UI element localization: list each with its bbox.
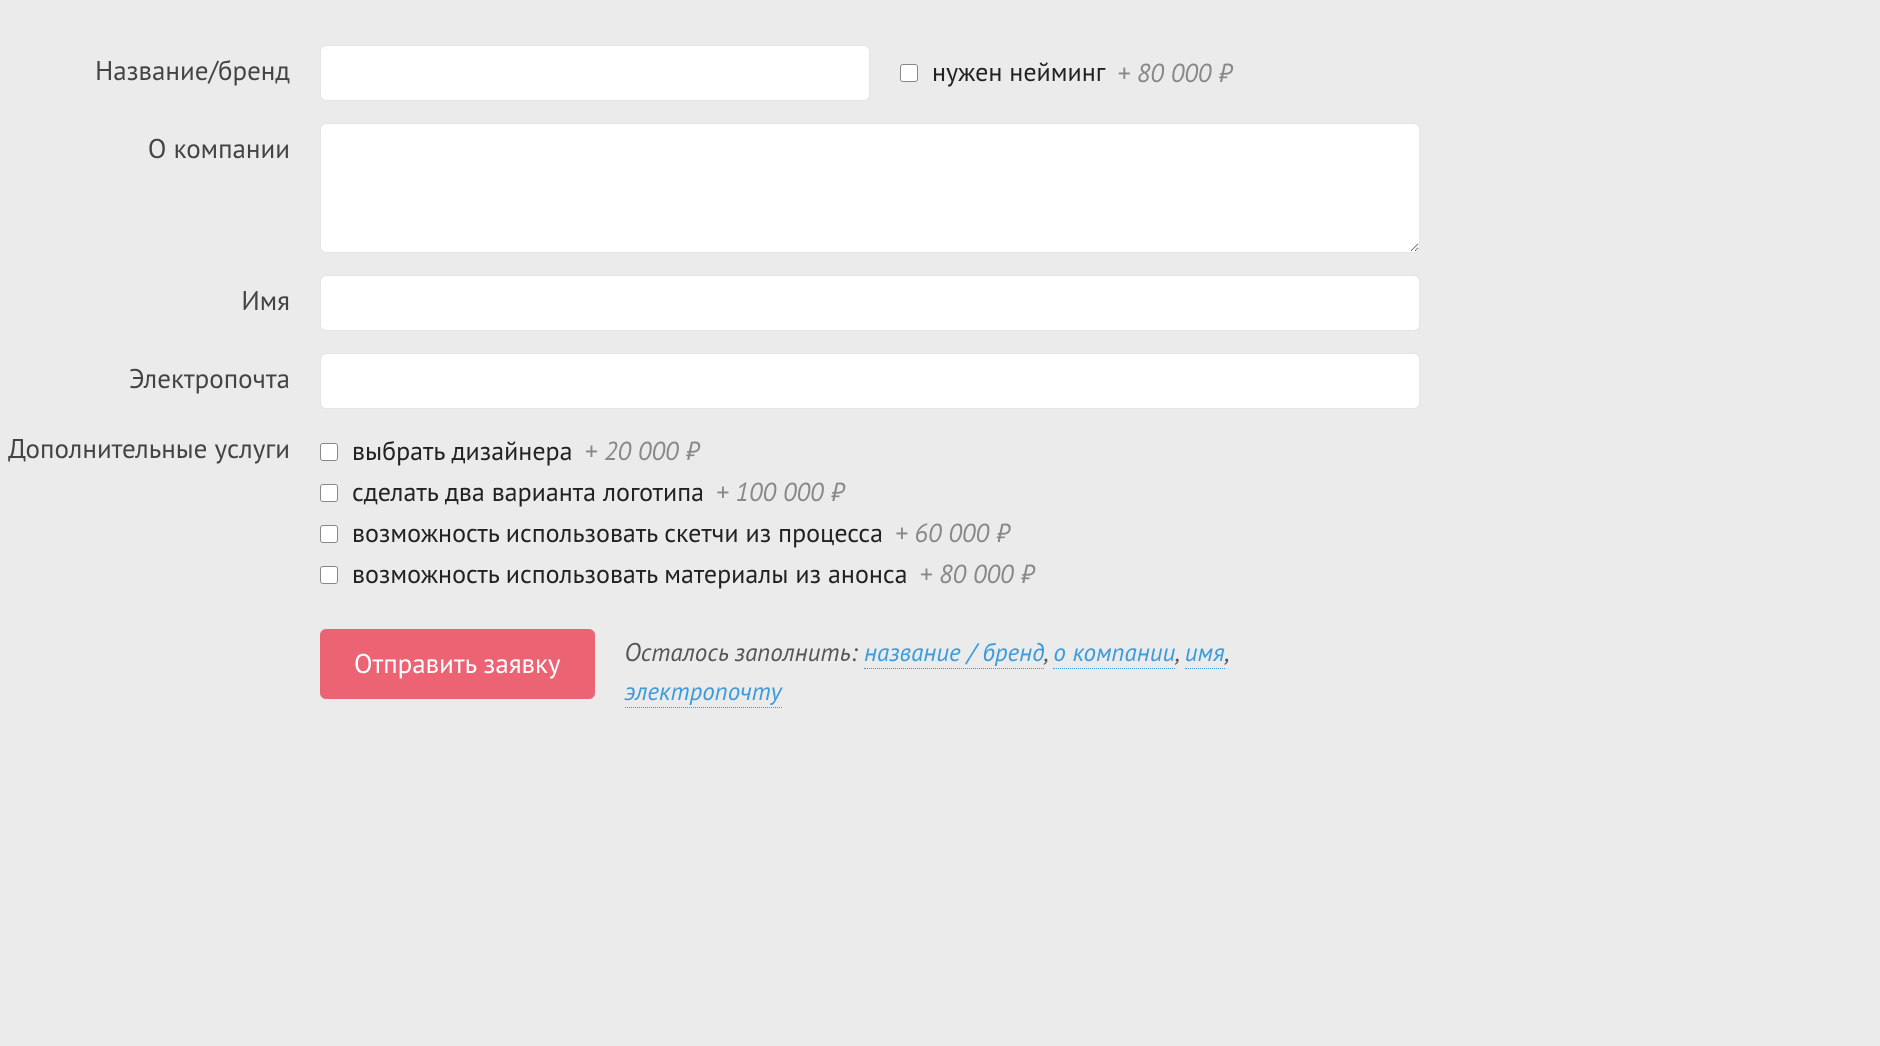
services-list: выбрать дизайнера + 20 000 ₽ сделать два… [320, 431, 1420, 591]
naming-checkbox-label: нужен нейминг [932, 60, 1105, 86]
service-item[interactable]: выбрать дизайнера + 20 000 ₽ [320, 435, 1420, 468]
field-col-about [320, 123, 1420, 253]
about-textarea[interactable] [320, 123, 1420, 253]
remaining-link-email[interactable]: электропочту [625, 675, 782, 708]
label-about: О компании [0, 123, 320, 167]
submit-row: Отправить заявку Осталось заполнить: наз… [0, 629, 1420, 711]
service-item[interactable]: возможность использовать материалы из ан… [320, 558, 1420, 591]
naming-price: + 80 000 ₽ [1117, 57, 1231, 90]
service-label: возможность использовать скетчи из проце… [352, 521, 883, 547]
service-price: + 100 000 ₽ [716, 476, 844, 509]
order-form-page: Название/бренд нужен нейминг + 80 000 ₽ … [0, 0, 1520, 822]
naming-checkbox-wrap[interactable]: нужен нейминг + 80 000 ₽ [900, 57, 1232, 90]
service-label: возможность использовать материалы из ан… [352, 562, 908, 588]
service-item[interactable]: возможность использовать скетчи из проце… [320, 517, 1420, 550]
service-label: выбрать дизайнера [352, 439, 573, 465]
service-price: + 60 000 ₽ [895, 517, 1009, 550]
row-services: Дополнительные услуги выбрать дизайнера … [0, 431, 1420, 591]
field-col-name [320, 275, 1420, 331]
field-col-brand: нужен нейминг + 80 000 ₽ [320, 45, 1420, 101]
brand-input[interactable] [320, 45, 870, 101]
service-price: + 20 000 ₽ [585, 435, 699, 468]
remaining-link-brand[interactable]: название / бренд [864, 636, 1044, 669]
naming-checkbox[interactable] [900, 64, 918, 82]
service-checkbox[interactable] [320, 484, 338, 502]
order-form: Название/бренд нужен нейминг + 80 000 ₽ … [0, 45, 1420, 711]
submit-spacer [0, 629, 320, 639]
row-name: Имя [0, 275, 1420, 331]
email-input[interactable] [320, 353, 1420, 409]
label-services: Дополнительные услуги [0, 431, 320, 467]
service-checkbox[interactable] [320, 443, 338, 461]
field-col-email [320, 353, 1420, 409]
submit-button[interactable]: Отправить заявку [320, 629, 595, 699]
name-input[interactable] [320, 275, 1420, 331]
remaining-prefix: Осталось заполнить: [625, 636, 865, 668]
row-email: Электропочта [0, 353, 1420, 409]
label-brand: Название/бренд [0, 45, 320, 89]
remaining-hint: Осталось заполнить: название / бренд, о … [625, 629, 1365, 711]
row-about: О компании [0, 123, 1420, 253]
service-label: сделать два варианта логотипа [352, 480, 704, 506]
service-price: + 80 000 ₽ [920, 558, 1034, 591]
service-checkbox[interactable] [320, 566, 338, 584]
label-email: Электропочта [0, 353, 320, 397]
row-brand: Название/бренд нужен нейминг + 80 000 ₽ [0, 45, 1420, 101]
service-checkbox[interactable] [320, 525, 338, 543]
service-item[interactable]: сделать два варианта логотипа + 100 000 … [320, 476, 1420, 509]
label-name: Имя [0, 275, 320, 319]
remaining-link-about[interactable]: о компании [1053, 636, 1175, 669]
remaining-link-name[interactable]: имя [1185, 636, 1225, 669]
